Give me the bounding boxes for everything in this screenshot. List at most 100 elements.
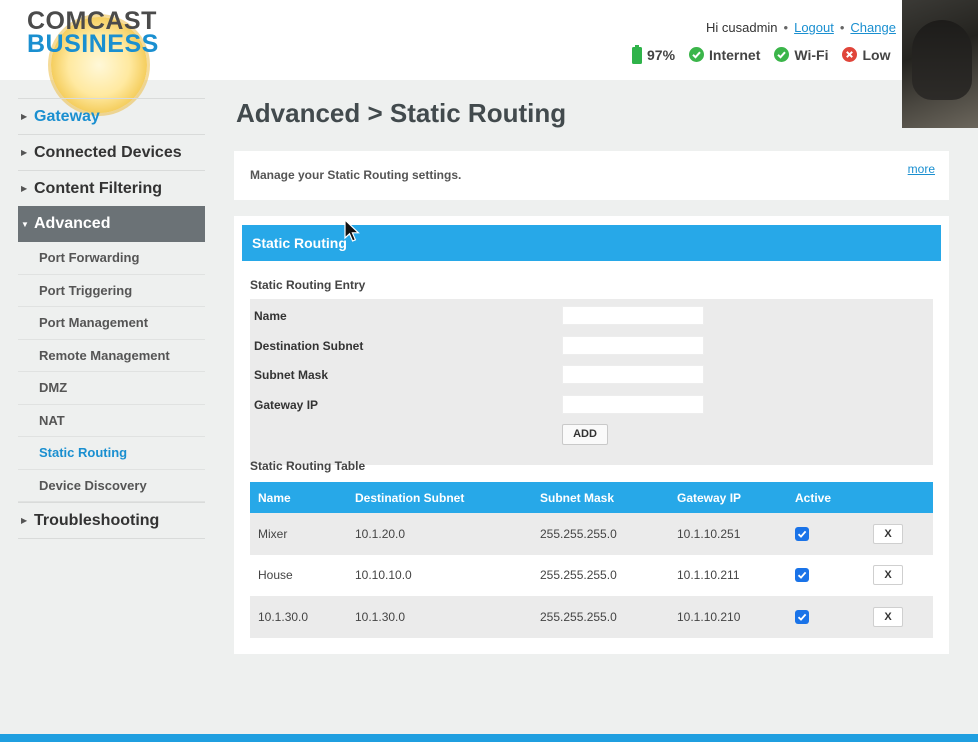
sidebar-nav: ▶ Gateway ▶ Connected Devices ▶ Content … [18,98,205,539]
add-button[interactable]: ADD [562,424,608,445]
destination-subnet-input[interactable] [562,336,704,355]
wifi-label: Wi-Fi [794,46,829,63]
footer-bar [0,734,978,742]
route-gateway: 10.1.10.210 [677,609,741,624]
entry-form: Name Destination Subnet Subnet Mask Gate… [250,299,933,465]
chevron-right-icon: ▶ [21,184,28,193]
description-box: Manage your Static Routing settings. mor… [234,151,949,200]
wifi-status: Wi-Fi [774,47,828,63]
check-circle-icon [774,47,790,62]
more-link[interactable]: more [908,162,935,176]
chevron-right-icon: ▶ [21,516,28,525]
greeting: Hi cusadmin [706,20,778,35]
sidebar-item-label: Connected Devices [34,143,182,161]
active-checkbox-cell [795,596,809,638]
route-gateway: 10.1.10.251 [677,526,741,541]
webcam-overlay [902,0,978,128]
column-header-active: Active [795,490,832,505]
internet-label: Internet [709,46,761,63]
delete-route-button[interactable]: X [873,606,903,627]
battery-percent: 97% [647,46,676,63]
table-row: House 10.10.10.0 255.255.255.0 10.1.10.2… [250,555,933,597]
comcast-business-logo[interactable]: COMCAST BUSINESS [27,9,158,113]
delete-route-button[interactable]: X [873,565,903,586]
chevron-right-icon: ▶ [21,148,28,157]
x-circle-icon [842,47,858,62]
header: COMCAST BUSINESS Hi cusadmin • Logout • Chan… [0,0,978,113]
active-checkbox[interactable] [795,568,809,583]
active-checkbox-cell [795,513,809,555]
battery-icon [632,45,642,64]
column-header-destination-subnet: Destination Subnet [355,490,465,505]
table-row: 10.1.30.0 10.1.30.0 255.255.255.0 10.1.1… [250,596,933,638]
static-routing-table: Name Destination Subnet Subnet Mask Gate… [250,482,933,638]
sidebar-item-gateway[interactable]: ▶ Gateway [18,98,205,134]
check-circle-icon [689,47,705,62]
static-routing-panel: Static Routing Static Routing Entry Name… [234,216,949,654]
sidebar-item-content-filtering[interactable]: ▶ Content Filtering [18,170,205,206]
logout-link[interactable]: Logout [794,20,834,35]
active-checkbox[interactable] [795,609,809,624]
sidebar-item-troubleshooting[interactable]: ▶ Troubleshooting [18,502,205,538]
route-name: House [258,568,293,583]
gateway-ip-label: Gateway IP [254,398,319,412]
delete-route-button[interactable]: X [873,523,903,544]
gateway-ip-input[interactable] [562,395,704,414]
table-header-row: Name Destination Subnet Subnet Mask Gate… [250,482,933,513]
change-password-link[interactable]: Change [850,20,896,35]
sidebar-subitem-port-triggering[interactable]: Port Triggering [18,275,205,307]
sidebar-subitem-dmz[interactable]: DMZ [18,372,205,405]
logo-text: COMCAST BUSINESS [27,9,158,57]
chevron-right-icon: ▶ [21,112,28,121]
column-header-gateway-ip: Gateway IP [677,490,742,505]
sidebar-item-connected-devices[interactable]: ▶ Connected Devices [18,134,205,170]
delete-cell: X [873,513,903,555]
table-row: Mixer 10.1.20.0 255.255.255.0 10.1.10.25… [250,513,933,555]
sidebar-subitem-port-forwarding[interactable]: Port Forwarding [18,242,205,275]
sidebar-subitem-nat[interactable]: NAT [18,405,205,437]
route-name: 10.1.30.0 [258,609,309,624]
status-line: 97% Internet Wi-Fi Low [632,45,904,64]
route-destination: 10.10.10.0 [355,568,412,583]
route-gateway: 10.1.10.211 [677,568,740,583]
active-checkbox[interactable] [795,526,809,541]
separator-dot: • [839,20,845,35]
entry-section-title: Static Routing Entry [250,278,366,292]
checkmark-icon [797,613,807,621]
delete-cell: X [873,596,903,638]
sidebar-subitem-static-routing[interactable]: Static Routing [18,437,205,470]
separator-dot: • [783,20,789,35]
chevron-down-icon: ▼ [21,219,29,229]
sidebar-item-advanced[interactable]: ▼ Advanced [18,206,205,242]
page-description: Manage your Static Routing settings. [250,168,462,182]
column-header-name: Name [258,490,291,505]
route-mask: 255.255.255.0 [540,568,617,583]
route-mask: 255.255.255.0 [540,609,617,624]
battery-status: 97% [632,45,675,64]
low-label: Low [862,46,891,63]
sidebar-subitem-remote-management[interactable]: Remote Management [18,340,205,372]
sidebar-item-label: Gateway [34,107,100,125]
internet-status: Internet [689,47,760,63]
checkmark-icon [797,530,807,538]
name-input[interactable] [562,306,704,325]
column-header-subnet-mask: Subnet Mask [540,490,615,505]
sidebar-item-label: Content Filtering [34,179,162,197]
route-destination: 10.1.30.0 [355,609,406,624]
security-status: Low [842,47,890,63]
route-destination: 10.1.20.0 [355,526,406,541]
subnet-mask-input[interactable] [562,365,704,384]
sidebar-item-label: Advanced [34,215,111,232]
mouse-cursor-icon [344,219,360,242]
route-mask: 255.255.255.0 [540,526,617,541]
table-section-title: Static Routing Table [250,459,366,473]
destination-subnet-label: Destination Subnet [254,339,364,353]
checkmark-icon [797,572,807,580]
name-label: Name [254,309,287,323]
sidebar-subitem-port-management[interactable]: Port Management [18,307,205,340]
subnet-mask-label: Subnet Mask [254,368,329,382]
sidebar-item-label: Troubleshooting [34,511,160,529]
sidebar-subitem-device-discovery[interactable]: Device Discovery [18,470,205,502]
active-checkbox-cell [795,555,809,597]
sidebar-divider [18,538,205,539]
